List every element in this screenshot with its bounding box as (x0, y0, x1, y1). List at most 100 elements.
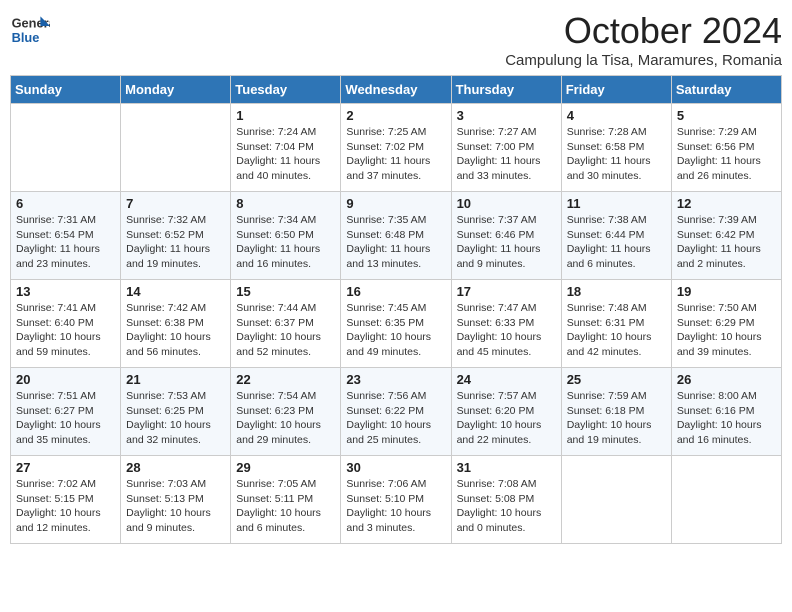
day-info: Sunrise: 7:31 AM Sunset: 6:54 PM Dayligh… (16, 213, 115, 272)
day-info: Sunrise: 7:35 AM Sunset: 6:48 PM Dayligh… (346, 213, 445, 272)
day-info: Sunrise: 7:25 AM Sunset: 7:02 PM Dayligh… (346, 125, 445, 184)
day-info: Sunrise: 7:57 AM Sunset: 6:20 PM Dayligh… (457, 389, 556, 448)
calendar-cell (561, 456, 671, 544)
day-number: 28 (126, 460, 225, 475)
day-number: 11 (567, 196, 666, 211)
day-info: Sunrise: 7:05 AM Sunset: 5:11 PM Dayligh… (236, 477, 335, 536)
day-info: Sunrise: 7:38 AM Sunset: 6:44 PM Dayligh… (567, 213, 666, 272)
day-number: 4 (567, 108, 666, 123)
day-info: Sunrise: 7:28 AM Sunset: 6:58 PM Dayligh… (567, 125, 666, 184)
day-number: 30 (346, 460, 445, 475)
day-info: Sunrise: 7:42 AM Sunset: 6:38 PM Dayligh… (126, 301, 225, 360)
calendar-cell: 19Sunrise: 7:50 AM Sunset: 6:29 PM Dayli… (671, 280, 781, 368)
calendar-cell (11, 104, 121, 192)
day-info: Sunrise: 7:59 AM Sunset: 6:18 PM Dayligh… (567, 389, 666, 448)
day-number: 31 (457, 460, 556, 475)
day-info: Sunrise: 7:56 AM Sunset: 6:22 PM Dayligh… (346, 389, 445, 448)
day-number: 13 (16, 284, 115, 299)
day-info: Sunrise: 7:47 AM Sunset: 6:33 PM Dayligh… (457, 301, 556, 360)
day-number: 26 (677, 372, 776, 387)
calendar-header-cell: Friday (561, 76, 671, 104)
calendar-cell: 25Sunrise: 7:59 AM Sunset: 6:18 PM Dayli… (561, 368, 671, 456)
day-info: Sunrise: 7:53 AM Sunset: 6:25 PM Dayligh… (126, 389, 225, 448)
logo-icon: General Blue (10, 10, 50, 50)
day-number: 27 (16, 460, 115, 475)
day-info: Sunrise: 7:44 AM Sunset: 6:37 PM Dayligh… (236, 301, 335, 360)
calendar-cell: 28 Sunrise: 7:03 AM Sunset: 5:13 PM Dayli… (121, 456, 231, 544)
logo: General Blue (10, 10, 50, 50)
day-info: Sunrise: 7:51 AM Sunset: 6:27 PM Dayligh… (16, 389, 115, 448)
month-title: October 2024 (505, 10, 782, 52)
day-number: 9 (346, 196, 445, 211)
day-number: 22 (236, 372, 335, 387)
calendar-header-cell: Wednesday (341, 76, 451, 104)
calendar-week-row: 20 Sunrise: 7:51 AM Sunset: 6:27 PM Dayli… (11, 368, 782, 456)
day-number: 20 (16, 372, 115, 387)
calendar-week-row: 27 Sunrise: 7:02 AM Sunset: 5:15 PM Dayli… (11, 456, 782, 544)
day-info: Sunrise: 7:39 AM Sunset: 6:42 PM Dayligh… (677, 213, 776, 272)
day-number: 1 (236, 108, 335, 123)
calendar-cell: 4 Sunrise: 7:28 AM Sunset: 6:58 PM Daylig… (561, 104, 671, 192)
day-number: 12 (677, 196, 776, 211)
day-number: 10 (457, 196, 556, 211)
calendar-cell: 27 Sunrise: 7:02 AM Sunset: 5:15 PM Dayli… (11, 456, 121, 544)
day-number: 5 (677, 108, 776, 123)
day-info: Sunrise: 7:50 AM Sunset: 6:29 PM Dayligh… (677, 301, 776, 360)
calendar-cell: 24Sunrise: 7:57 AM Sunset: 6:20 PM Dayli… (451, 368, 561, 456)
calendar-cell: 1 Sunrise: 7:24 AM Sunset: 7:04 PM Daylig… (231, 104, 341, 192)
calendar-cell: 30 Sunrise: 7:06 AM Sunset: 5:10 PM Dayli… (341, 456, 451, 544)
day-info: Sunrise: 7:24 AM Sunset: 7:04 PM Dayligh… (236, 125, 335, 184)
calendar-cell: 2 Sunrise: 7:25 AM Sunset: 7:02 PM Daylig… (341, 104, 451, 192)
day-number: 6 (16, 196, 115, 211)
calendar-cell: 8 Sunrise: 7:34 AM Sunset: 6:50 PM Daylig… (231, 192, 341, 280)
day-info: Sunrise: 7:41 AM Sunset: 6:40 PM Dayligh… (16, 301, 115, 360)
day-number: 8 (236, 196, 335, 211)
day-info: Sunrise: 7:27 AM Sunset: 7:00 PM Dayligh… (457, 125, 556, 184)
day-number: 7 (126, 196, 225, 211)
day-info: Sunrise: 7:34 AM Sunset: 6:50 PM Dayligh… (236, 213, 335, 272)
calendar-cell: 6 Sunrise: 7:31 AM Sunset: 6:54 PM Daylig… (11, 192, 121, 280)
day-info: Sunrise: 8:00 AM Sunset: 6:16 PM Dayligh… (677, 389, 776, 448)
calendar-cell: 15 Sunrise: 7:44 AM Sunset: 6:37 PM Dayli… (231, 280, 341, 368)
day-number: 14 (126, 284, 225, 299)
calendar-header-cell: Tuesday (231, 76, 341, 104)
location-subtitle: Campulung la Tisa, Maramures, Romania (505, 52, 782, 69)
calendar-cell: 18 Sunrise: 7:48 AM Sunset: 6:31 PM Dayli… (561, 280, 671, 368)
calendar-body: 1 Sunrise: 7:24 AM Sunset: 7:04 PM Daylig… (11, 104, 782, 544)
calendar-cell: 3 Sunrise: 7:27 AM Sunset: 7:00 PM Daylig… (451, 104, 561, 192)
day-info: Sunrise: 7:06 AM Sunset: 5:10 PM Dayligh… (346, 477, 445, 536)
day-number: 18 (567, 284, 666, 299)
day-number: 2 (346, 108, 445, 123)
calendar-cell: 12 Sunrise: 7:39 AM Sunset: 6:42 PM Dayli… (671, 192, 781, 280)
calendar-header-cell: Monday (121, 76, 231, 104)
calendar-cell: 14 Sunrise: 7:42 AM Sunset: 6:38 PM Dayli… (121, 280, 231, 368)
calendar-header-cell: Saturday (671, 76, 781, 104)
day-info: Sunrise: 7:08 AM Sunset: 5:08 PM Dayligh… (457, 477, 556, 536)
calendar-week-row: 6 Sunrise: 7:31 AM Sunset: 6:54 PM Daylig… (11, 192, 782, 280)
calendar-cell: 5 Sunrise: 7:29 AM Sunset: 6:56 PM Daylig… (671, 104, 781, 192)
day-info: Sunrise: 7:48 AM Sunset: 6:31 PM Dayligh… (567, 301, 666, 360)
calendar-cell: 7Sunrise: 7:32 AM Sunset: 6:52 PM Daylig… (121, 192, 231, 280)
day-number: 21 (126, 372, 225, 387)
calendar-cell: 13 Sunrise: 7:41 AM Sunset: 6:40 PM Dayli… (11, 280, 121, 368)
day-info: Sunrise: 7:29 AM Sunset: 6:56 PM Dayligh… (677, 125, 776, 184)
day-number: 3 (457, 108, 556, 123)
day-number: 23 (346, 372, 445, 387)
calendar-cell: 31 Sunrise: 7:08 AM Sunset: 5:08 PM Dayli… (451, 456, 561, 544)
calendar-header-cell: Thursday (451, 76, 561, 104)
calendar-cell: 23 Sunrise: 7:56 AM Sunset: 6:22 PM Dayli… (341, 368, 451, 456)
day-info: Sunrise: 7:03 AM Sunset: 5:13 PM Dayligh… (126, 477, 225, 536)
day-number: 15 (236, 284, 335, 299)
day-info: Sunrise: 7:37 AM Sunset: 6:46 PM Dayligh… (457, 213, 556, 272)
calendar-cell: 29Sunrise: 7:05 AM Sunset: 5:11 PM Dayli… (231, 456, 341, 544)
day-info: Sunrise: 7:02 AM Sunset: 5:15 PM Dayligh… (16, 477, 115, 536)
calendar-cell: 11 Sunrise: 7:38 AM Sunset: 6:44 PM Dayli… (561, 192, 671, 280)
calendar-cell: 16Sunrise: 7:45 AM Sunset: 6:35 PM Dayli… (341, 280, 451, 368)
calendar-week-row: 13 Sunrise: 7:41 AM Sunset: 6:40 PM Dayli… (11, 280, 782, 368)
calendar-header-cell: Sunday (11, 76, 121, 104)
calendar-cell: 26 Sunrise: 8:00 AM Sunset: 6:16 PM Dayli… (671, 368, 781, 456)
page-header: General Blue October 2024 Campulung la T… (10, 10, 782, 69)
calendar-cell: 22Sunrise: 7:54 AM Sunset: 6:23 PM Dayli… (231, 368, 341, 456)
day-number: 16 (346, 284, 445, 299)
title-area: October 2024 Campulung la Tisa, Maramure… (505, 10, 782, 69)
